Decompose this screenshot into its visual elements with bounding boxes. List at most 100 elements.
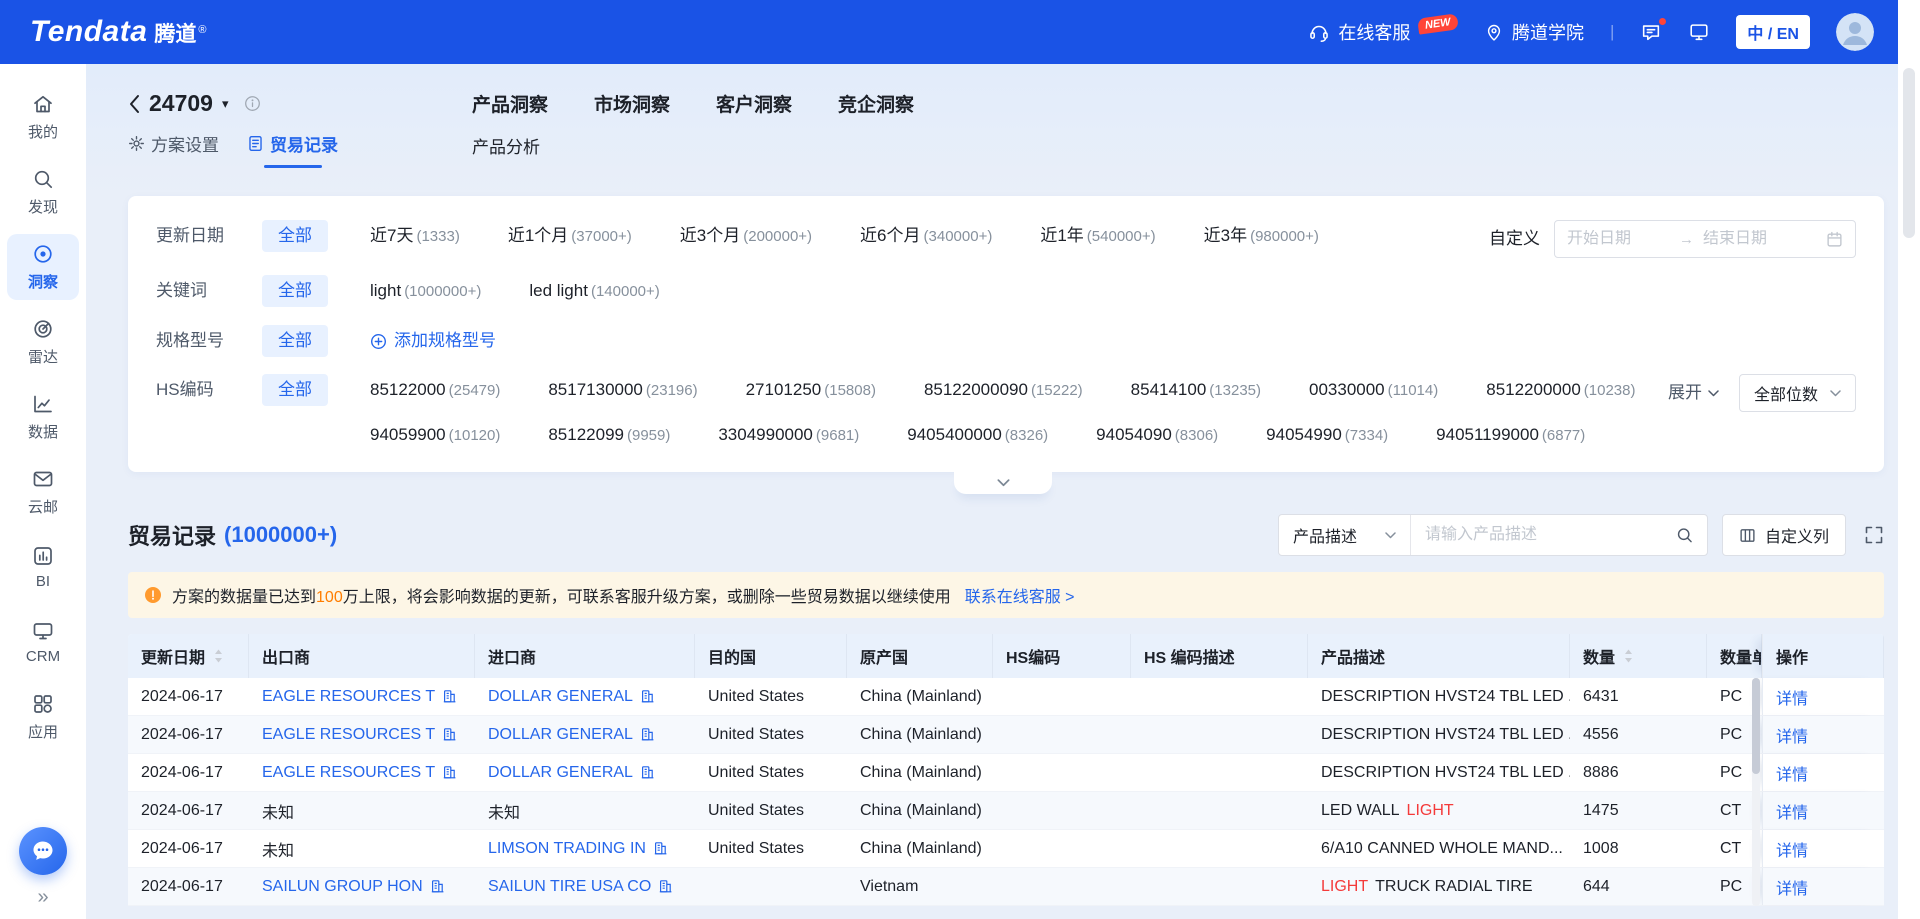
sidebar-item-discover[interactable]: 发现 [7, 159, 79, 225]
filter-option[interactable]: 8512200000(10238) [1486, 374, 1635, 407]
spec-all-chip[interactable]: 全部 [262, 325, 328, 357]
plan-tab-3[interactable]: 竞企洞察 [838, 90, 914, 117]
contact-service-link[interactable]: 联系在线客服 > [965, 583, 1075, 607]
col-header-0[interactable]: 更新日期 [128, 634, 249, 678]
table-scrollbar[interactable] [1752, 678, 1760, 906]
plan-tab-1[interactable]: 市场洞察 [594, 90, 670, 117]
company-link[interactable]: DOLLAR GENERAL [488, 688, 633, 706]
info-icon[interactable] [244, 95, 261, 112]
filter-option[interactable]: 85122000(25479) [370, 374, 500, 407]
table-scrollbar-thumb[interactable] [1752, 678, 1760, 774]
company-link[interactable]: DOLLAR GENERAL [488, 726, 633, 744]
back-button[interactable] [128, 94, 140, 114]
feedback-icon-button[interactable] [1640, 21, 1662, 43]
detail-link[interactable]: 详情 [1776, 837, 1808, 861]
company-icon[interactable] [430, 879, 445, 894]
company-link[interactable]: LIMSON TRADING IN [488, 840, 646, 858]
page-scrollbar-thumb[interactable] [1903, 68, 1915, 238]
add-spec-button[interactable]: 添加规格型号 [370, 325, 496, 357]
company-icon[interactable] [442, 765, 457, 780]
col-header-8[interactable]: 数量 [1570, 634, 1707, 678]
filter-option[interactable]: 近6个月(340000+) [860, 220, 992, 253]
filter-collapse-tab[interactable] [954, 472, 1052, 494]
sort-icon[interactable] [1623, 648, 1634, 664]
company-icon[interactable] [653, 841, 668, 856]
filter-option[interactable]: 近1年(540000+) [1040, 220, 1155, 253]
online-service-link[interactable]: 在线客服 NEW [1308, 19, 1458, 45]
filter-option[interactable]: 94054990(7334) [1266, 419, 1388, 452]
filter-option[interactable]: 85122099(9959) [548, 419, 670, 452]
sidebar-item-data[interactable]: 数据 [7, 384, 79, 450]
filter-option[interactable]: 近1个月(37000+) [508, 220, 632, 253]
sidebar-item-bi[interactable]: BI [7, 534, 79, 600]
company-link[interactable]: EAGLE RESOURCES T [262, 764, 435, 782]
filter-option[interactable]: 94051199000(6877) [1436, 419, 1585, 452]
console-icon-button[interactable] [1688, 21, 1710, 43]
page-scrollbar[interactable] [1898, 0, 1920, 919]
custom-date-label[interactable]: 自定义 [1489, 220, 1540, 258]
company-link[interactable]: SAILUN GROUP HON [262, 878, 423, 896]
company-icon[interactable] [640, 689, 655, 704]
filter-option[interactable]: 8517130000(23196) [548, 374, 697, 407]
filter-option[interactable]: 27101250(15808) [746, 374, 876, 407]
custom-columns-button[interactable]: 自定义列 [1722, 514, 1846, 556]
plan-id[interactable]: 24709 [149, 90, 213, 117]
language-switch[interactable]: 中 / EN [1736, 15, 1810, 49]
sidebar-item-insight[interactable]: 洞察 [7, 234, 79, 300]
sort-icon[interactable] [213, 648, 224, 664]
tendata-logo[interactable]: Tendata 腾道 ® [30, 15, 207, 49]
detail-link[interactable]: 详情 [1776, 799, 1808, 823]
fullscreen-button[interactable] [1864, 525, 1884, 545]
company-icon[interactable] [442, 727, 457, 742]
filter-option[interactable]: 94059900(10120) [370, 419, 500, 452]
chat-fab[interactable] [19, 827, 67, 875]
filter-option[interactable]: light(1000000+) [370, 275, 481, 308]
filter-option[interactable]: 3304990000(9681) [718, 419, 859, 452]
end-date-input[interactable] [1703, 230, 1806, 248]
calendar-icon[interactable] [1826, 231, 1843, 248]
plan-subtab-1[interactable]: 贸易记录 [247, 131, 338, 168]
company-link[interactable]: EAGLE RESOURCES T [262, 726, 435, 744]
company-icon[interactable] [442, 689, 457, 704]
sidebar-item-apps[interactable]: 应用 [7, 684, 79, 750]
plan-dropdown-caret[interactable]: ▾ [222, 96, 229, 112]
academy-link[interactable]: 腾道学院 [1484, 19, 1584, 45]
sidebar-item-crm[interactable]: CRM [7, 609, 79, 675]
plan-subtab-0[interactable]: 方案设置 [128, 131, 219, 168]
filter-option[interactable]: 9405400000(8326) [907, 419, 1048, 452]
filter-option[interactable]: 94054090(8306) [1096, 419, 1218, 452]
company-icon[interactable] [658, 879, 673, 894]
sidebar-collapse[interactable]: » [37, 886, 48, 909]
detail-link[interactable]: 详情 [1776, 723, 1808, 747]
filter-option[interactable]: 近3年(980000+) [1204, 220, 1319, 253]
start-date-input[interactable] [1567, 230, 1670, 248]
date-range-picker[interactable]: → [1554, 220, 1856, 258]
detail-link[interactable]: 详情 [1776, 685, 1808, 709]
plan-tab-0[interactable]: 产品洞察 [472, 90, 548, 117]
company-link[interactable]: DOLLAR GENERAL [488, 764, 633, 782]
filter-option[interactable]: 近3个月(200000+) [680, 220, 812, 253]
filter-option[interactable]: 85414100(13235) [1131, 374, 1261, 407]
sidebar-item-radar[interactable]: 雷达 [7, 309, 79, 375]
filter-option[interactable]: 85122000090(15222) [924, 374, 1083, 407]
avatar[interactable] [1836, 13, 1874, 51]
company-link[interactable]: EAGLE RESOURCES T [262, 688, 435, 706]
search-input[interactable] [1411, 515, 1707, 555]
filter-option[interactable]: 00330000(11014) [1309, 374, 1438, 407]
keyword-all-chip[interactable]: 全部 [262, 275, 328, 307]
detail-link[interactable]: 详情 [1776, 761, 1808, 785]
filter-option[interactable]: 近7天(1333) [370, 220, 460, 253]
hs-all-chip[interactable]: 全部 [262, 374, 328, 406]
digits-select[interactable]: 全部位数 [1739, 374, 1856, 412]
date-all-chip[interactable]: 全部 [262, 220, 328, 252]
sidebar-item-mail[interactable]: 云邮 [7, 459, 79, 525]
company-icon[interactable] [640, 765, 655, 780]
expand-toggle[interactable]: 展开 [1668, 374, 1719, 412]
tab-product-analysis[interactable]: 产品分析 [472, 133, 540, 158]
company-link[interactable]: SAILUN TIRE USA CO [488, 878, 651, 896]
plan-tab-2[interactable]: 客户洞察 [716, 90, 792, 117]
sidebar-item-my[interactable]: 我的 [7, 84, 79, 150]
search-category-select[interactable]: 产品描述 [1279, 515, 1411, 555]
search-icon[interactable] [1675, 526, 1694, 545]
filter-option[interactable]: led light(140000+) [529, 275, 659, 308]
